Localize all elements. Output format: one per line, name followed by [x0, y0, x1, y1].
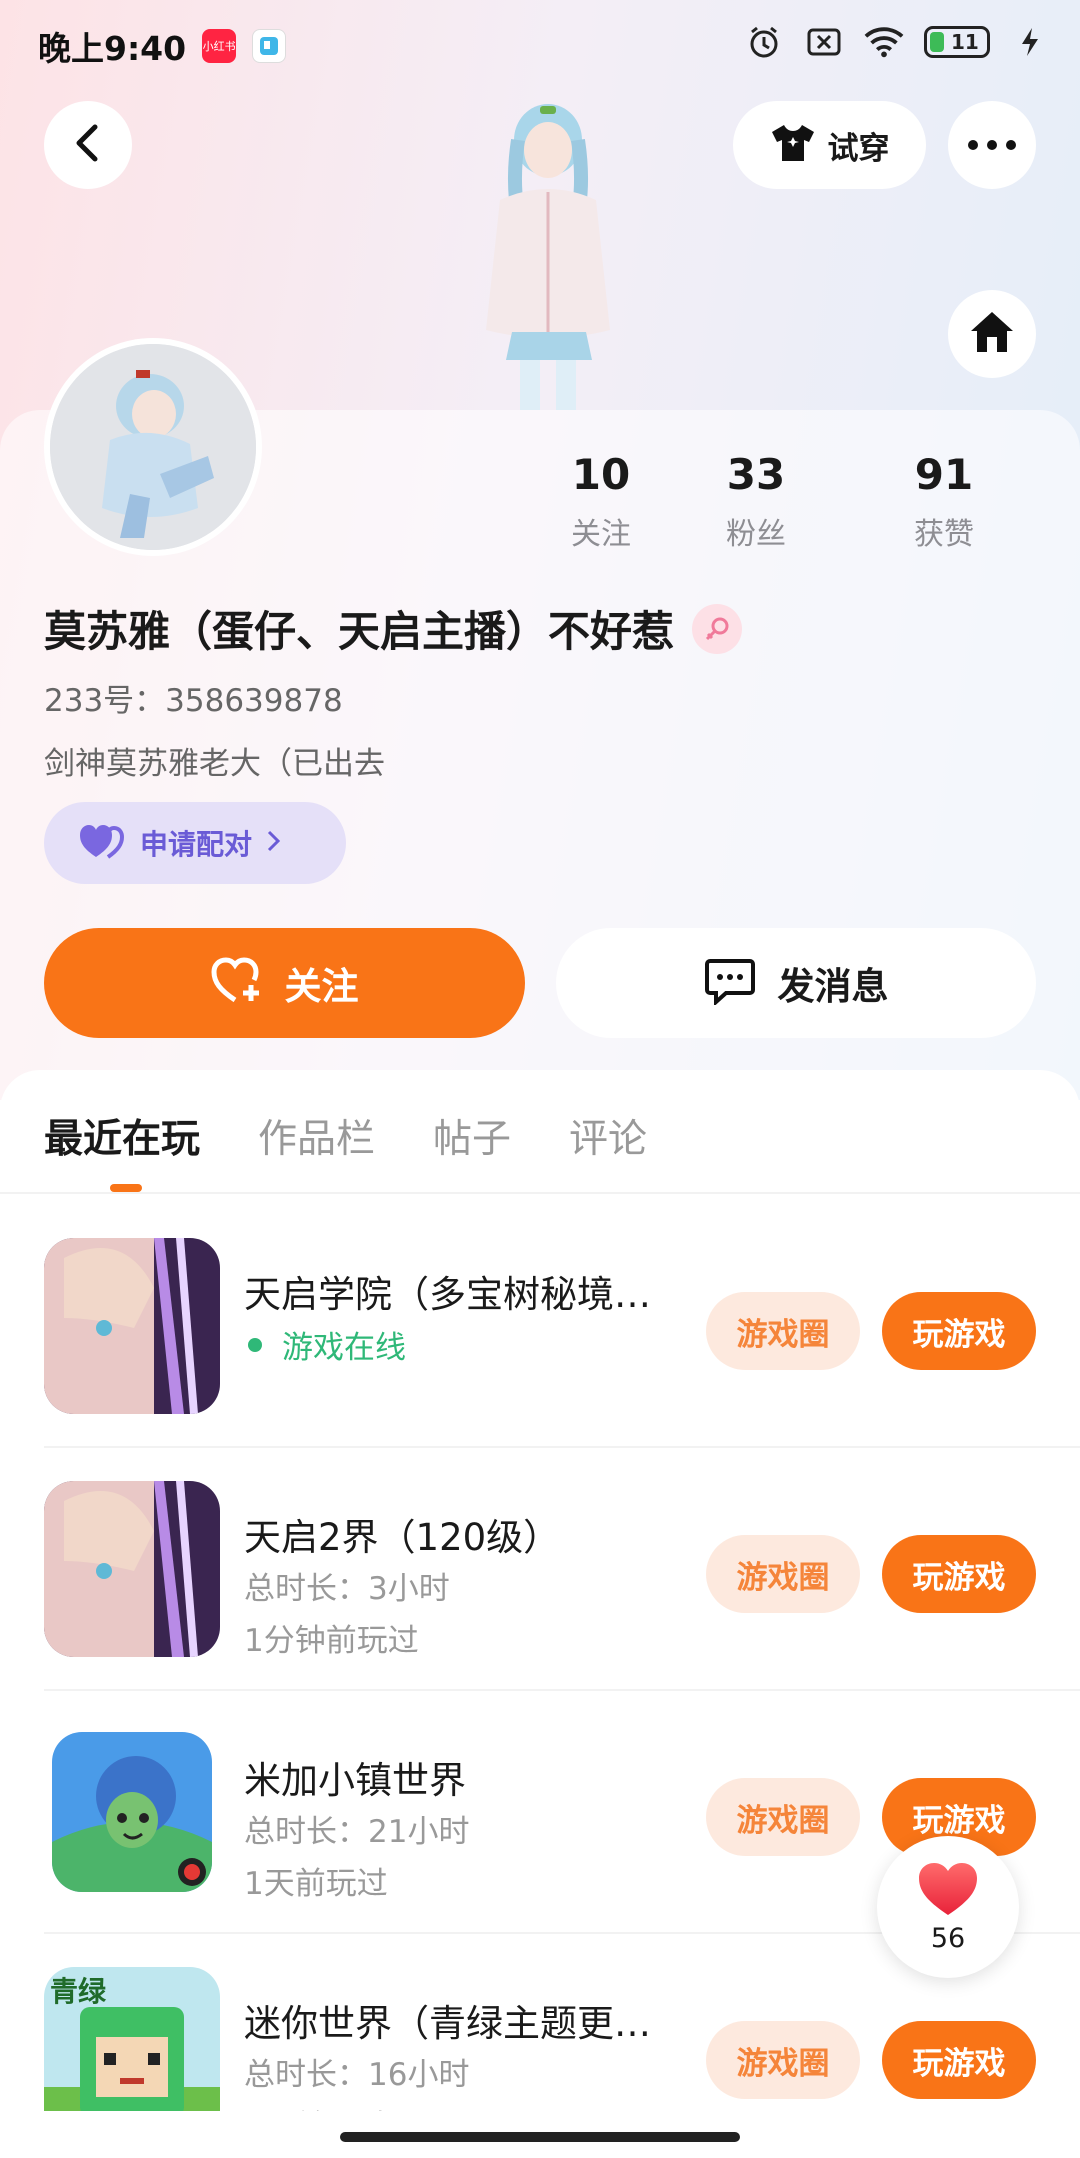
more-icon — [967, 136, 1017, 155]
tab-recently-played[interactable]: 最近在玩 — [44, 1108, 200, 1164]
tab-works[interactable]: 作品栏 — [258, 1108, 375, 1164]
more-button[interactable] — [948, 101, 1036, 189]
send-message-label: 发消息 — [777, 965, 889, 1008]
home-icon — [968, 309, 1016, 359]
nickname-text: 莫苏雅（蛋仔、天启主播）不好惹 — [44, 607, 675, 656]
character-avatar-illustration — [450, 100, 640, 410]
game-last-played: 1天前玩过 — [244, 2101, 388, 2111]
shirt-icon — [770, 123, 816, 167]
follow-button[interactable]: 关注 — [44, 928, 525, 1038]
status-bar: 晚上9:40 小红书 11 — [0, 0, 1080, 92]
xiaohongshu-icon: 小红书 — [202, 29, 237, 63]
user-bio: 剑神莫苏雅老大（已出去 — [44, 746, 385, 782]
game-circle-button[interactable]: 游戏圈 — [706, 2021, 860, 2099]
game-title: 天启2界（120级） — [244, 1516, 561, 1559]
app-notification-icon — [252, 29, 287, 63]
try-on-button[interactable]: 试穿 — [733, 101, 926, 189]
stat-fans-value: 33 — [726, 450, 786, 499]
game-title: 迷你世界（青绿主题更… — [244, 2002, 651, 2045]
stat-fans[interactable]: 33 粉丝 — [662, 445, 850, 553]
svg-text:青绿: 青绿 — [50, 1975, 107, 2008]
stat-fans-label: 粉丝 — [726, 517, 786, 552]
game-icon-tianqi-academy — [44, 1238, 220, 1414]
game-row[interactable]: 天启2界（120级） 总时长：3小时 1分钟前玩过 游戏圈 玩游戏 — [44, 1435, 1080, 1677]
tab-posts[interactable]: 帖子 — [433, 1108, 511, 1164]
status-time: 晚上9:40 — [38, 29, 187, 68]
like-count: 56 — [930, 1922, 966, 1954]
game-circle-button[interactable]: 游戏圈 — [706, 1778, 860, 1856]
alarm-icon — [744, 22, 784, 62]
heart-add-icon — [210, 957, 263, 1009]
stat-likes-label: 获赞 — [914, 517, 974, 552]
wifi-icon — [864, 22, 904, 62]
avatar[interactable] — [44, 338, 262, 556]
game-duration: 总时长：16小时 — [244, 2057, 470, 2093]
stat-following-label: 关注 — [571, 517, 631, 552]
game-duration: 总时长：3小时 — [244, 1571, 450, 1607]
home-indicator[interactable] — [340, 2132, 740, 2142]
game-icon-tianqi-2 — [44, 1481, 220, 1657]
like-float-button[interactable]: 56 — [877, 1836, 1019, 1978]
game-duration: 总时长：21小时 — [244, 1814, 470, 1850]
game-circle-button[interactable]: 游戏圈 — [706, 1535, 860, 1613]
home-button[interactable] — [948, 290, 1036, 378]
request-pair-label: 申请配对 — [140, 828, 253, 861]
heart-pair-icon — [78, 823, 126, 863]
stat-following-value: 10 — [571, 450, 631, 499]
battery-icon: 11 — [924, 26, 990, 58]
follow-label: 关注 — [284, 965, 359, 1008]
game-icon-mini-world: 青绿 — [44, 1967, 220, 2111]
play-game-button[interactable]: 玩游戏 — [882, 1535, 1036, 1613]
female-icon — [692, 603, 743, 654]
play-game-button[interactable]: 玩游戏 — [882, 1292, 1036, 1370]
game-online-text: 游戏在线 — [282, 1330, 406, 1366]
nickname: 莫苏雅（蛋仔、天启主播）不好惹 — [44, 598, 743, 659]
sim-off-icon — [804, 22, 844, 62]
heart-icon — [917, 1861, 979, 1921]
game-online-status: 游戏在线 — [244, 1322, 406, 1367]
send-message-button[interactable]: 发消息 — [556, 928, 1036, 1038]
online-dot-icon — [248, 1337, 262, 1352]
back-icon — [73, 123, 103, 167]
profile-stats: 10 关注 33 粉丝 91 获赞 — [540, 445, 1060, 553]
tab-comments[interactable]: 评论 — [569, 1108, 647, 1164]
game-title: 天启学院（多宝树秘境… — [244, 1273, 651, 1316]
game-icon-mijia-town — [52, 1732, 212, 1892]
back-button[interactable] — [44, 101, 132, 189]
game-row[interactable]: 天启学院（多宝树秘境… 游戏在线 游戏圈 玩游戏 — [44, 1192, 1080, 1434]
chevron-right-icon — [266, 829, 282, 857]
stat-likes-value: 91 — [914, 450, 974, 499]
game-last-played: 1分钟前玩过 — [244, 1623, 419, 1659]
charging-icon — [1010, 22, 1050, 62]
game-circle-button[interactable]: 游戏圈 — [706, 1292, 860, 1370]
tab-active-indicator — [110, 1184, 142, 1192]
try-on-label: 试穿 — [827, 130, 890, 167]
stat-following[interactable]: 10 关注 — [540, 445, 662, 553]
profile-tabs: 最近在玩 作品栏 帖子 评论 — [44, 1108, 647, 1164]
game-last-played: 1天前玩过 — [244, 1866, 388, 1902]
play-game-button[interactable]: 玩游戏 — [882, 2021, 1036, 2099]
message-icon — [704, 957, 756, 1009]
stat-likes[interactable]: 91 获赞 — [850, 445, 1038, 553]
request-pair-button[interactable]: 申请配对 — [44, 802, 346, 884]
user-id: 233号：358639878 — [44, 683, 343, 719]
game-title: 米加小镇世界 — [244, 1759, 466, 1802]
